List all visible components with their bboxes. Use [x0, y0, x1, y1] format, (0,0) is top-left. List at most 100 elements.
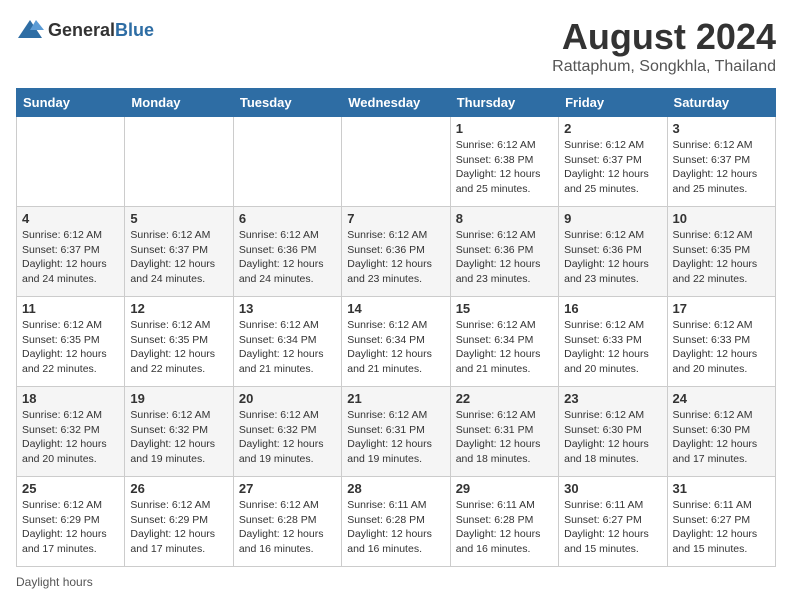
calendar-cell: 28 Sunrise: 6:11 AM Sunset: 6:28 PM Dayli… [342, 477, 450, 567]
day-number: 17 [673, 301, 770, 316]
day-info: Sunrise: 6:12 AM Sunset: 6:33 PM Dayligh… [673, 318, 770, 377]
calendar-cell: 2Sunrise: 6:12 AM Sunset: 6:37 PM Daylig… [559, 117, 667, 207]
calendar-cell: 5 Sunrise: 6:12 AM Sunset: 6:37 PM Daylig… [125, 207, 233, 297]
day-header-sunday: Sunday [17, 89, 125, 117]
calendar-cell: 19Sunrise: 6:12 AM Sunset: 6:32 PM Dayli… [125, 387, 233, 477]
day-number: 7 [347, 211, 444, 226]
day-info: Sunrise: 6:12 AM Sunset: 6:37 PM Dayligh… [22, 228, 119, 287]
header-row: SundayMondayTuesdayWednesdayThursdayFrid… [17, 89, 776, 117]
day-info: Sunrise: 6:12 AM Sunset: 6:29 PM Dayligh… [130, 498, 227, 557]
week-row-1: 1 Sunrise: 6:12 AM Sunset: 6:38 PM Daylig… [17, 117, 776, 207]
day-info: Sunrise: 6:12 AM Sunset: 6:34 PM Dayligh… [456, 318, 553, 377]
day-header-saturday: Saturday [667, 89, 775, 117]
day-info: Sunrise: 6:12 AM Sunset: 6:37 PM Dayligh… [673, 138, 770, 197]
logo-text: GeneralBlue [48, 20, 154, 41]
day-info: Sunrise: 6:12 AM Sunset: 6:37 PM Dayligh… [130, 228, 227, 287]
calendar-cell [17, 117, 125, 207]
day-number: 21 [347, 391, 444, 406]
day-info: Sunrise: 6:11 AM Sunset: 6:28 PM Dayligh… [456, 498, 553, 557]
day-info: Sunrise: 6:12 AM Sunset: 6:29 PM Dayligh… [22, 498, 119, 557]
day-number: 27 [239, 481, 336, 496]
location-title: Rattaphum, Songkhla, Thailand [552, 58, 776, 76]
day-info: Sunrise: 6:12 AM Sunset: 6:35 PM Dayligh… [673, 228, 770, 287]
day-info: Sunrise: 6:12 AM Sunset: 6:35 PM Dayligh… [22, 318, 119, 377]
calendar-cell: 18 Sunrise: 6:12 AM Sunset: 6:32 PM Dayli… [17, 387, 125, 477]
calendar-cell: 7Sunrise: 6:12 AM Sunset: 6:36 PM Daylig… [342, 207, 450, 297]
footer-note: Daylight hours [16, 575, 776, 589]
day-header-monday: Monday [125, 89, 233, 117]
day-number: 12 [130, 301, 227, 316]
calendar-cell: 29 Sunrise: 6:11 AM Sunset: 6:28 PM Dayli… [450, 477, 558, 567]
day-info: Sunrise: 6:11 AM Sunset: 6:28 PM Dayligh… [347, 498, 444, 557]
calendar-cell: 9 Sunrise: 6:12 AM Sunset: 6:36 PM Daylig… [559, 207, 667, 297]
calendar-cell [233, 117, 341, 207]
day-info: Sunrise: 6:12 AM Sunset: 6:30 PM Dayligh… [564, 408, 661, 467]
day-number: 24 [673, 391, 770, 406]
day-number: 10 [673, 211, 770, 226]
day-header-thursday: Thursday [450, 89, 558, 117]
day-number: 13 [239, 301, 336, 316]
day-header-tuesday: Tuesday [233, 89, 341, 117]
calendar-cell: 24 Sunrise: 6:12 AM Sunset: 6:30 PM Dayli… [667, 387, 775, 477]
calendar-cell: 4 Sunrise: 6:12 AM Sunset: 6:37 PM Daylig… [17, 207, 125, 297]
day-number: 16 [564, 301, 661, 316]
logo-icon [16, 16, 44, 44]
day-info: Sunrise: 6:12 AM Sunset: 6:31 PM Dayligh… [456, 408, 553, 467]
header: GeneralBlue August 2024 Rattaphum, Songk… [16, 16, 776, 76]
week-row-4: 18 Sunrise: 6:12 AM Sunset: 6:32 PM Dayli… [17, 387, 776, 477]
calendar-cell: 23Sunrise: 6:12 AM Sunset: 6:30 PM Dayli… [559, 387, 667, 477]
logo-general: General [48, 20, 115, 40]
day-number: 26 [130, 481, 227, 496]
day-info: Sunrise: 6:12 AM Sunset: 6:36 PM Dayligh… [239, 228, 336, 287]
day-number: 19 [130, 391, 227, 406]
day-info: Sunrise: 6:12 AM Sunset: 6:28 PM Dayligh… [239, 498, 336, 557]
day-number: 18 [22, 391, 119, 406]
calendar-cell: 13Sunrise: 6:12 AM Sunset: 6:34 PM Dayli… [233, 297, 341, 387]
calendar-cell: 30Sunrise: 6:11 AM Sunset: 6:27 PM Dayli… [559, 477, 667, 567]
day-info: Sunrise: 6:12 AM Sunset: 6:31 PM Dayligh… [347, 408, 444, 467]
day-info: Sunrise: 6:12 AM Sunset: 6:32 PM Dayligh… [22, 408, 119, 467]
logo-blue: Blue [115, 20, 154, 40]
calendar-table: SundayMondayTuesdayWednesdayThursdayFrid… [16, 88, 776, 567]
calendar-cell: 16 Sunrise: 6:12 AM Sunset: 6:33 PM Dayli… [559, 297, 667, 387]
calendar-cell: 3 Sunrise: 6:12 AM Sunset: 6:37 PM Daylig… [667, 117, 775, 207]
calendar-cell: 14 Sunrise: 6:12 AM Sunset: 6:34 PM Dayli… [342, 297, 450, 387]
day-info: Sunrise: 6:12 AM Sunset: 6:30 PM Dayligh… [673, 408, 770, 467]
calendar-cell: 31Sunrise: 6:11 AM Sunset: 6:27 PM Dayli… [667, 477, 775, 567]
day-number: 25 [22, 481, 119, 496]
calendar-cell: 20Sunrise: 6:12 AM Sunset: 6:32 PM Dayli… [233, 387, 341, 477]
day-number: 1 [456, 121, 553, 136]
calendar-cell: 8 Sunrise: 6:12 AM Sunset: 6:36 PM Daylig… [450, 207, 558, 297]
day-info: Sunrise: 6:12 AM Sunset: 6:38 PM Dayligh… [456, 138, 553, 197]
calendar-cell: 21 Sunrise: 6:12 AM Sunset: 6:31 PM Dayli… [342, 387, 450, 477]
week-row-3: 11Sunrise: 6:12 AM Sunset: 6:35 PM Dayli… [17, 297, 776, 387]
day-number: 9 [564, 211, 661, 226]
day-number: 8 [456, 211, 553, 226]
day-info: Sunrise: 6:12 AM Sunset: 6:32 PM Dayligh… [239, 408, 336, 467]
day-info: Sunrise: 6:11 AM Sunset: 6:27 PM Dayligh… [564, 498, 661, 557]
calendar-cell: 10 Sunrise: 6:12 AM Sunset: 6:35 PM Dayli… [667, 207, 775, 297]
calendar-cell: 17 Sunrise: 6:12 AM Sunset: 6:33 PM Dayli… [667, 297, 775, 387]
calendar-cell: 12Sunrise: 6:12 AM Sunset: 6:35 PM Dayli… [125, 297, 233, 387]
day-info: Sunrise: 6:12 AM Sunset: 6:36 PM Dayligh… [456, 228, 553, 287]
day-number: 29 [456, 481, 553, 496]
month-title: August 2024 [552, 16, 776, 58]
week-row-2: 4 Sunrise: 6:12 AM Sunset: 6:37 PM Daylig… [17, 207, 776, 297]
day-number: 4 [22, 211, 119, 226]
day-number: 3 [673, 121, 770, 136]
day-info: Sunrise: 6:12 AM Sunset: 6:37 PM Dayligh… [564, 138, 661, 197]
calendar-cell [125, 117, 233, 207]
calendar-cell: 25 Sunrise: 6:12 AM Sunset: 6:29 PM Dayli… [17, 477, 125, 567]
day-number: 28 [347, 481, 444, 496]
day-number: 14 [347, 301, 444, 316]
day-number: 22 [456, 391, 553, 406]
day-info: Sunrise: 6:12 AM Sunset: 6:34 PM Dayligh… [347, 318, 444, 377]
calendar-cell: 6 Sunrise: 6:12 AM Sunset: 6:36 PM Daylig… [233, 207, 341, 297]
day-number: 5 [130, 211, 227, 226]
day-info: Sunrise: 6:12 AM Sunset: 6:33 PM Dayligh… [564, 318, 661, 377]
day-number: 6 [239, 211, 336, 226]
day-info: Sunrise: 6:12 AM Sunset: 6:36 PM Dayligh… [564, 228, 661, 287]
day-info: Sunrise: 6:11 AM Sunset: 6:27 PM Dayligh… [673, 498, 770, 557]
calendar-cell: 15Sunrise: 6:12 AM Sunset: 6:34 PM Dayli… [450, 297, 558, 387]
logo: GeneralBlue [16, 16, 154, 44]
